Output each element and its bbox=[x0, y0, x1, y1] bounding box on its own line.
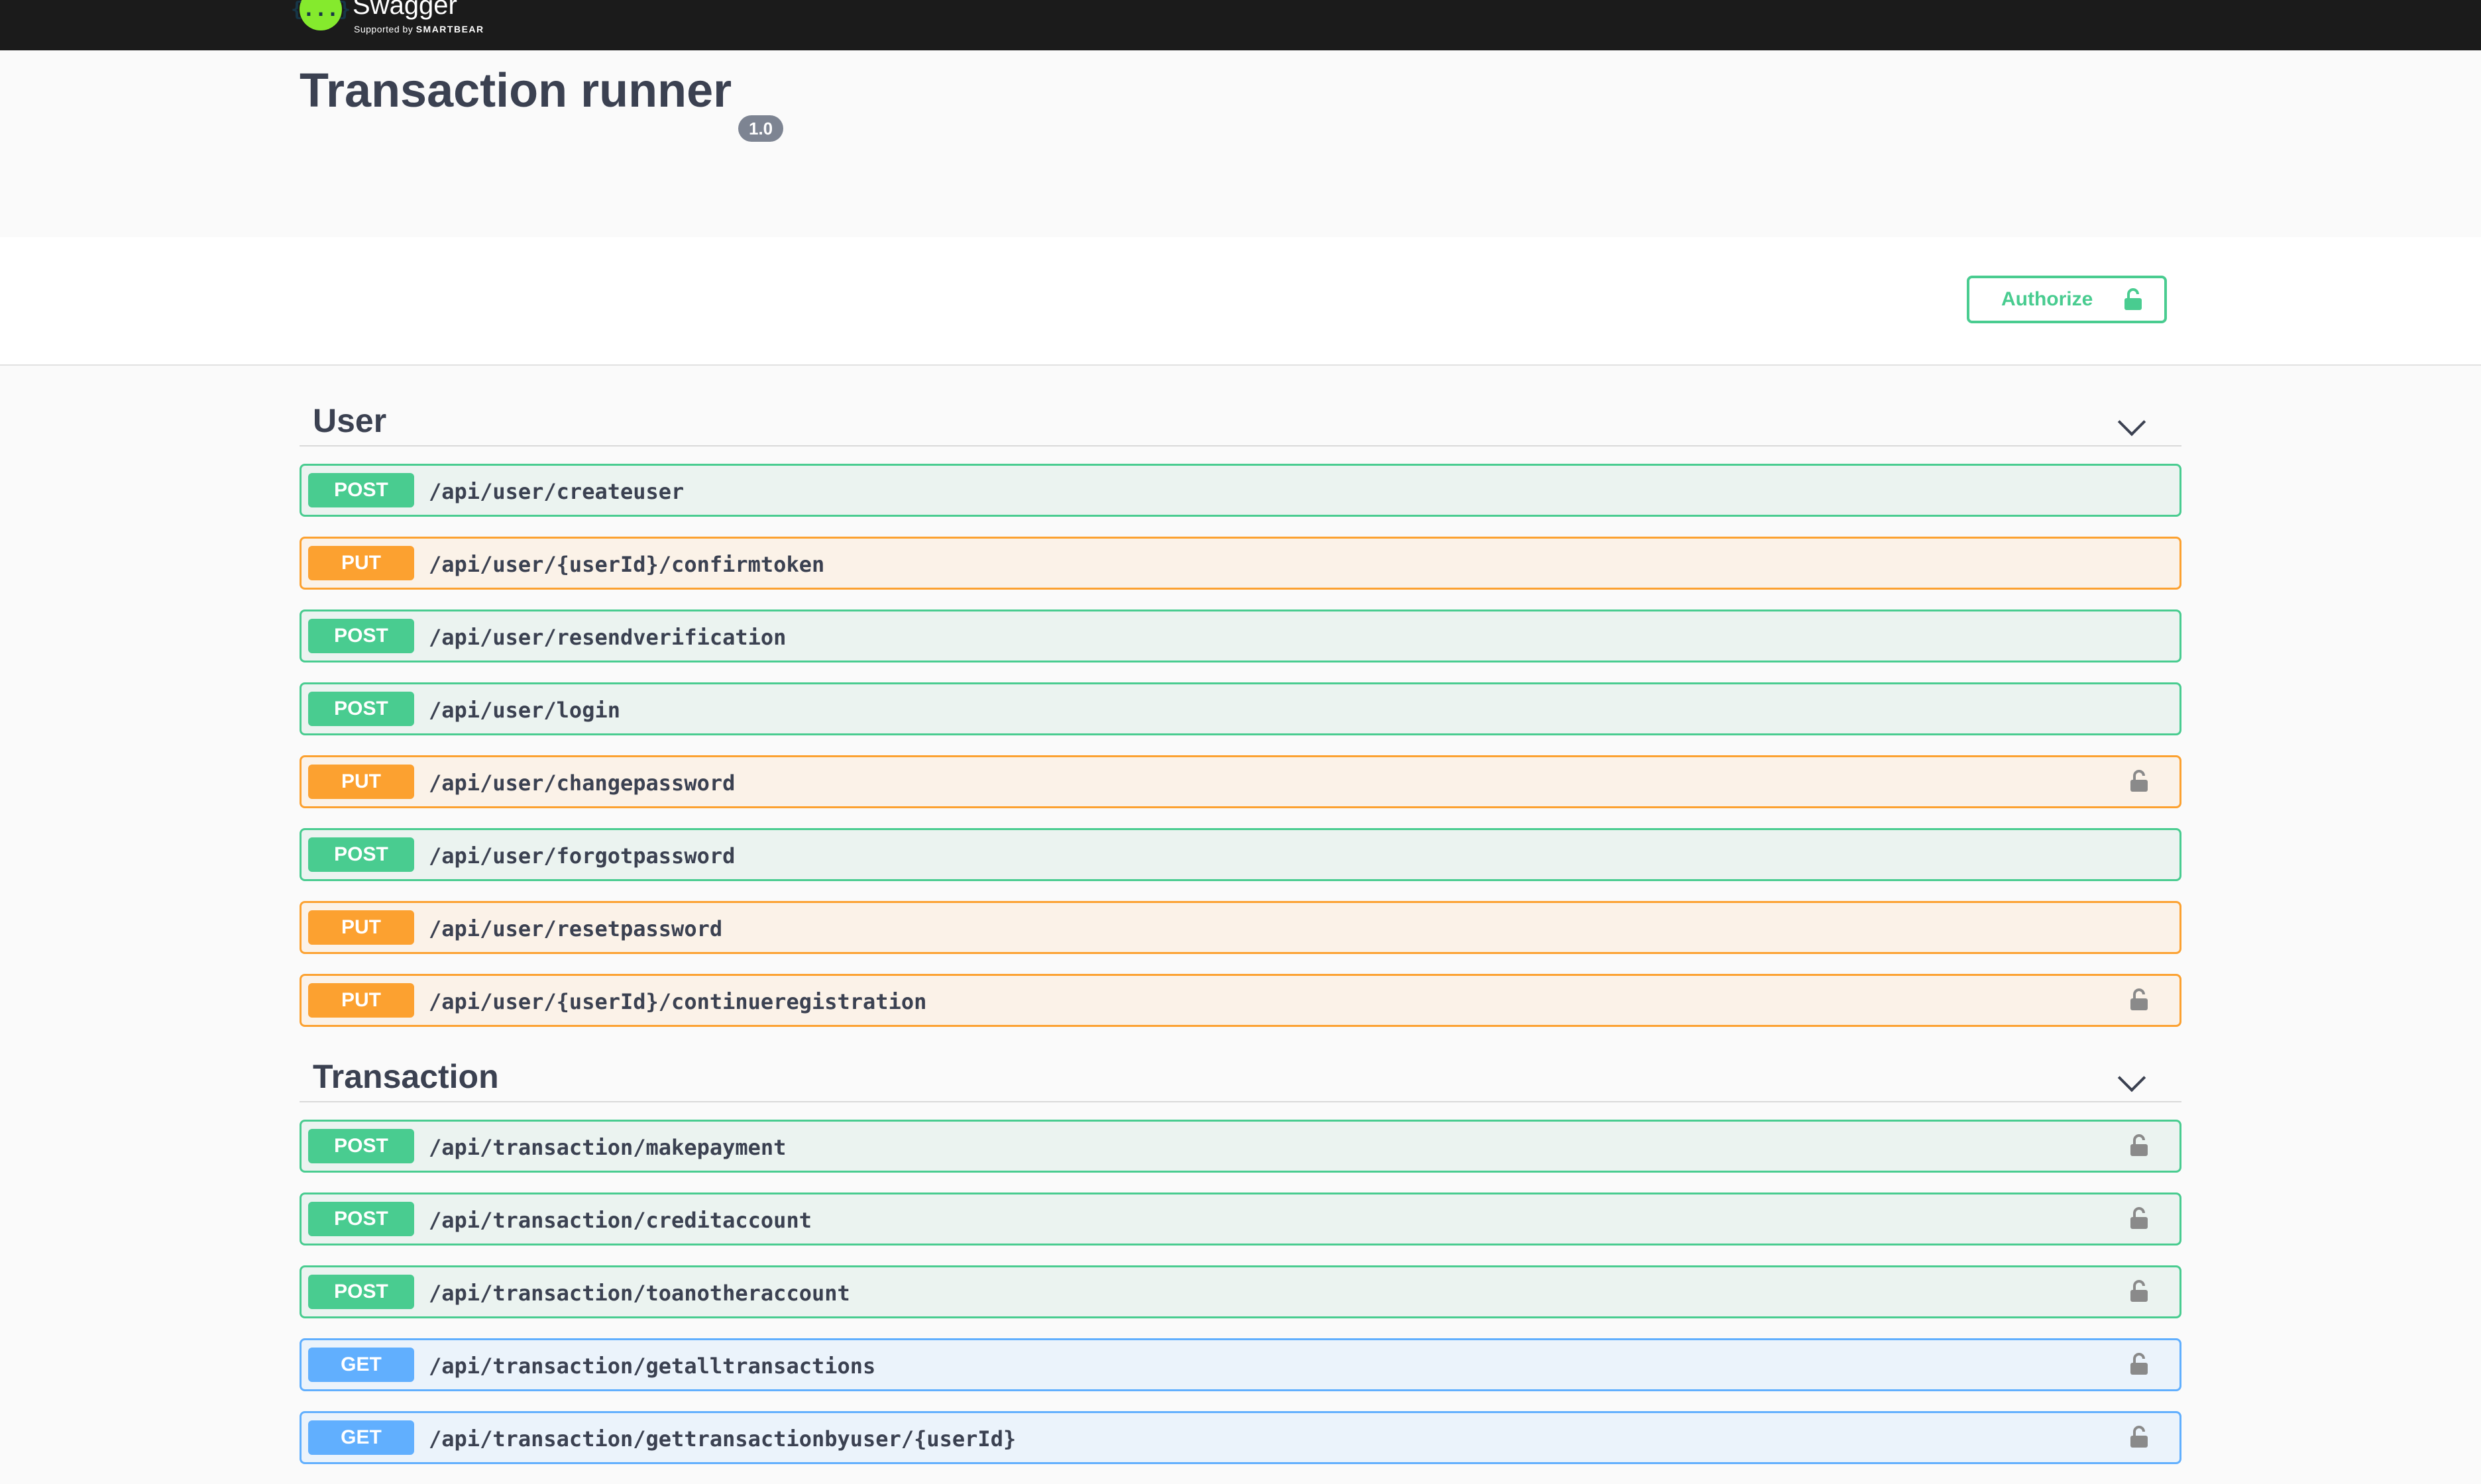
operation-path: /api/user/createuser bbox=[429, 479, 685, 504]
tag-header-transaction[interactable]: Transaction bbox=[300, 1041, 2181, 1102]
operation-path: /api/user/login bbox=[429, 698, 620, 723]
method-badge: POST bbox=[308, 692, 414, 726]
lock-icon[interactable] bbox=[2129, 988, 2149, 1012]
authorize-button[interactable]: Authorize bbox=[1967, 276, 2167, 323]
method-badge: PUT bbox=[308, 546, 414, 580]
lock-icon[interactable] bbox=[2129, 1279, 2149, 1303]
operation-row[interactable]: GET/api/transaction/getalltransactions bbox=[300, 1338, 2181, 1391]
operation-path: /api/user/{userId}/confirmtoken bbox=[429, 552, 825, 577]
lock-icon bbox=[2124, 288, 2142, 310]
operation-row[interactable]: GET/api/transaction/gettransactionbyuser… bbox=[300, 1411, 2181, 1464]
swagger-logo[interactable]: {...} Swagger Supported by SMARTBEAR bbox=[291, 0, 498, 38]
method-badge: PUT bbox=[308, 983, 414, 1018]
operation-path: /api/transaction/toanotheraccount bbox=[429, 1281, 850, 1306]
operation-row[interactable]: POST/api/transaction/toanotheraccount bbox=[300, 1265, 2181, 1318]
chevron-down-icon[interactable] bbox=[2117, 407, 2146, 437]
lock-icon[interactable] bbox=[2129, 1352, 2149, 1376]
method-badge: GET bbox=[308, 1420, 414, 1455]
operation-row[interactable]: POST/api/user/forgotpassword bbox=[300, 828, 2181, 881]
method-badge: GET bbox=[308, 1348, 414, 1382]
authorize-label: Authorize bbox=[2001, 288, 2093, 310]
operation-path: /api/transaction/makepayment bbox=[429, 1135, 787, 1160]
operation-row[interactable]: PUT/api/user/changepassword bbox=[300, 755, 2181, 808]
method-badge: POST bbox=[308, 1129, 414, 1163]
operation-row[interactable]: PUT/api/user/{userId}/confirmtoken bbox=[300, 537, 2181, 590]
operation-path: /api/transaction/creditaccount bbox=[429, 1208, 812, 1233]
operation-row[interactable]: POST/api/user/resendverification bbox=[300, 610, 2181, 662]
operation-path: /api/user/resendverification bbox=[429, 625, 787, 650]
method-badge: POST bbox=[308, 1202, 414, 1236]
operation-path: /api/user/changepassword bbox=[429, 770, 736, 796]
logo-name: Swagger bbox=[353, 0, 457, 20]
lock-icon[interactable] bbox=[2129, 1206, 2149, 1230]
operation-row[interactable]: POST/api/user/createuser bbox=[300, 464, 2181, 517]
version-badge: 1.0 bbox=[738, 115, 784, 142]
tag-name: Transaction bbox=[313, 1058, 499, 1095]
top-bar: {...} Swagger Supported by SMARTBEAR bbox=[0, 0, 2481, 50]
operation-row[interactable]: PUT/api/user/resetpassword bbox=[300, 901, 2181, 954]
method-badge: PUT bbox=[308, 910, 414, 945]
operation-row[interactable]: POST/api/user/login bbox=[300, 682, 2181, 735]
chevron-down-icon[interactable] bbox=[2117, 1063, 2146, 1092]
method-badge: POST bbox=[308, 837, 414, 872]
operation-row[interactable]: POST/api/transaction/creditaccount bbox=[300, 1192, 2181, 1246]
operation-path: /api/user/resetpassword bbox=[429, 916, 723, 941]
lock-icon[interactable] bbox=[2129, 1134, 2149, 1157]
operation-row[interactable]: PUT/api/user/{userId}/continueregistrati… bbox=[300, 974, 2181, 1027]
method-badge: POST bbox=[308, 473, 414, 507]
method-badge: PUT bbox=[308, 765, 414, 799]
lock-icon[interactable] bbox=[2129, 769, 2149, 793]
operation-path: /api/transaction/getalltransactions bbox=[429, 1353, 876, 1379]
api-title: Transaction runner bbox=[300, 64, 732, 117]
operation-path: /api/user/forgotpassword bbox=[429, 843, 736, 869]
supported-prefix: Supported by bbox=[354, 24, 414, 34]
supported-brand: SMARTBEAR bbox=[415, 24, 484, 34]
method-badge: POST bbox=[308, 1275, 414, 1309]
method-badge: POST bbox=[308, 619, 414, 653]
operation-path: /api/user/{userId}/continueregistration bbox=[429, 989, 927, 1014]
operation-row[interactable]: POST/api/transaction/makepayment bbox=[300, 1120, 2181, 1173]
tag-header-user[interactable]: User bbox=[300, 386, 2181, 447]
operation-path: /api/transaction/gettransactionbyuser/{u… bbox=[429, 1426, 1017, 1452]
lock-icon[interactable] bbox=[2129, 1425, 2149, 1449]
swagger-logo-icon: {...} bbox=[291, 0, 351, 30]
logo-supported-by: Supported by SMARTBEAR bbox=[354, 24, 484, 34]
tag-name: User bbox=[313, 402, 387, 439]
